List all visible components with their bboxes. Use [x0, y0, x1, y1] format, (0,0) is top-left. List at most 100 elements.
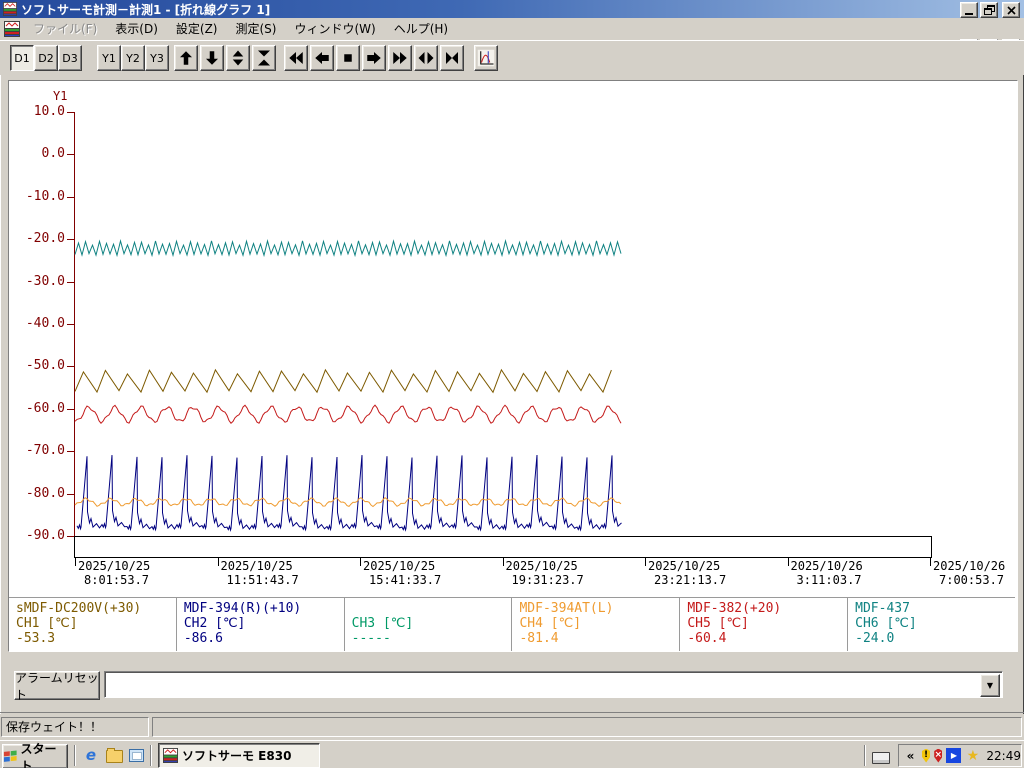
scroll-up-button[interactable]: [174, 45, 198, 71]
d3-button[interactable]: D3: [58, 45, 82, 71]
start-button[interactable]: スタート: [2, 742, 68, 768]
close-button[interactable]: [1002, 2, 1020, 18]
y-axis-title: Y1: [53, 89, 68, 103]
taskbar-divider: [150, 745, 152, 766]
fast-forward-button[interactable]: [388, 45, 412, 71]
close-icon: [1006, 5, 1016, 15]
d1-button[interactable]: D1: [10, 45, 34, 71]
x-tick-label: 2025/10/25 8:01:53.7: [78, 559, 151, 587]
folder-icon[interactable]: [105, 746, 123, 764]
series-ch5: [74, 404, 622, 424]
right-arrow-icon: [367, 52, 381, 64]
alarm-reset-button[interactable]: アラームリセット: [14, 671, 100, 702]
x-tick-mark: [360, 558, 361, 566]
expand-vertical-button[interactable]: [226, 45, 250, 71]
y-tick-mark: [67, 493, 74, 495]
y3-button[interactable]: Y3: [145, 45, 169, 71]
toolbar: D1 D2 D3 Y1 Y2 Y3: [0, 40, 1024, 75]
channel-value: -60.4: [687, 631, 727, 646]
graph-settings-button[interactable]: [474, 45, 498, 71]
y2-button[interactable]: Y2: [121, 45, 145, 71]
x-tick-label: 2025/10/25 11:51:43.7: [220, 559, 299, 587]
taskbar: スタート e ソフトサーモ E830 « ! × ▶ ★ 22:49: [0, 740, 1024, 768]
scroll-right-button[interactable]: [362, 45, 386, 71]
security-warning-shield-icon[interactable]: ×: [934, 748, 943, 763]
taskbar-divider: [74, 745, 76, 766]
task-button-softthermo[interactable]: ソフトサーモ E830: [158, 743, 320, 768]
y-tick-mark: [67, 281, 74, 283]
alarm-combo-value[interactable]: [107, 674, 981, 695]
legend-cell-ch6: MDF-437 CH6 [℃] -24.0: [848, 598, 1015, 651]
channel-label: CH2 [℃]: [183, 616, 246, 631]
y-tick-label: -20.0: [25, 231, 65, 247]
d2-button[interactable]: D2: [34, 45, 58, 71]
fast-rewind-button[interactable]: [284, 45, 308, 71]
app-icon: [3, 2, 17, 16]
x-tick-mark: [787, 558, 789, 566]
y-tick-label: 0.0: [41, 146, 65, 162]
title-bar: ソフトサーモ計測－計測1 - [折れ線グラフ 1]: [0, 0, 1024, 18]
internet-explorer-icon[interactable]: e: [82, 746, 100, 764]
channel-label: CH4 [℃]: [519, 616, 582, 631]
y1-button[interactable]: Y1: [97, 45, 121, 71]
minimize-icon: [965, 12, 973, 15]
channel-label: CH3 [℃]: [351, 616, 414, 631]
compress-horizontal-icon: [446, 52, 458, 64]
stop-button[interactable]: [336, 45, 360, 71]
star-tray-icon[interactable]: ★: [965, 748, 980, 764]
x-tick-label: 2025/10/25 19:31:23.7: [505, 559, 584, 587]
window-title: ソフトサーモ計測－計測1 - [折れ線グラフ 1]: [21, 2, 271, 17]
document-app-icon[interactable]: [4, 21, 20, 37]
menu-item[interactable]: ファイル(F): [24, 19, 106, 39]
legend-cell-ch2: MDF-394(R)(+10) CH2 [℃] -86.6: [177, 598, 345, 651]
keyboard-icon[interactable]: [872, 749, 890, 767]
expand-horizontal-button[interactable]: [414, 45, 438, 71]
alarm-combo-box[interactable]: ▼: [104, 671, 1003, 698]
windows-logo-icon: [3, 750, 17, 762]
line-graph-panel: Y1 10.0 0.0 -10.0 -20.0 -30.0 -40.0 -50.0 -60.0…: [8, 80, 1018, 652]
menu-item[interactable]: 測定(S): [226, 19, 285, 39]
y-tick-mark: [67, 324, 74, 325]
channel-value: -----: [351, 631, 391, 646]
x-tick-mark: [217, 558, 219, 566]
channel-name: sMDF-DC200V(+30): [16, 601, 142, 616]
restore-icon: [983, 5, 995, 15]
status-cell-secondary: [152, 717, 1022, 737]
compress-horizontal-button[interactable]: [440, 45, 464, 71]
y-axis-line: [74, 112, 75, 538]
x-tick-mark: [75, 558, 76, 566]
y-tick-mark: [67, 154, 74, 156]
channel-name: MDF-394AT(L): [519, 601, 614, 616]
menu-item[interactable]: 設定(Z): [167, 19, 227, 39]
restore-button[interactable]: [980, 2, 998, 18]
start-label: スタート: [20, 741, 57, 768]
menu-item[interactable]: ヘルプ(H): [385, 19, 457, 39]
stop-icon: [344, 54, 352, 62]
double-left-icon: [289, 52, 303, 64]
security-alert-shield-icon[interactable]: !: [922, 748, 931, 763]
x-tick-mark: [502, 558, 504, 566]
combo-dropdown-button[interactable]: ▼: [980, 674, 1000, 697]
show-desktop-icon[interactable]: [127, 746, 145, 764]
clock: 22:49: [986, 748, 1021, 763]
compress-vertical-button[interactable]: [252, 45, 276, 71]
graph-icon: [477, 49, 495, 67]
scroll-down-button[interactable]: [200, 45, 224, 71]
channel-value: -81.4: [519, 631, 559, 646]
menu-item[interactable]: ウィンドウ(W): [285, 19, 384, 39]
y-tick-label: -60.0: [25, 400, 65, 416]
series-ch1: [74, 368, 612, 394]
up-arrow-icon: [180, 51, 192, 65]
menu-item[interactable]: 表示(D): [106, 19, 167, 39]
legend-cell-ch1: sMDF-DC200V(+30) CH1 [℃] -53.3: [9, 598, 177, 651]
y-tick-label: -10.0: [25, 188, 65, 204]
x-tick-label: 2025/10/26 3:11:03.7: [790, 559, 863, 587]
minimize-button[interactable]: [960, 2, 978, 18]
media-play-tray-icon[interactable]: ▶: [946, 748, 962, 763]
down-arrow-icon: [206, 51, 218, 65]
series-ch6: [74, 239, 622, 258]
y-tick-label: -50.0: [25, 358, 65, 374]
app-icon: [163, 748, 178, 763]
tray-collapse-chevron[interactable]: «: [903, 748, 918, 763]
scroll-left-button[interactable]: [310, 45, 334, 71]
